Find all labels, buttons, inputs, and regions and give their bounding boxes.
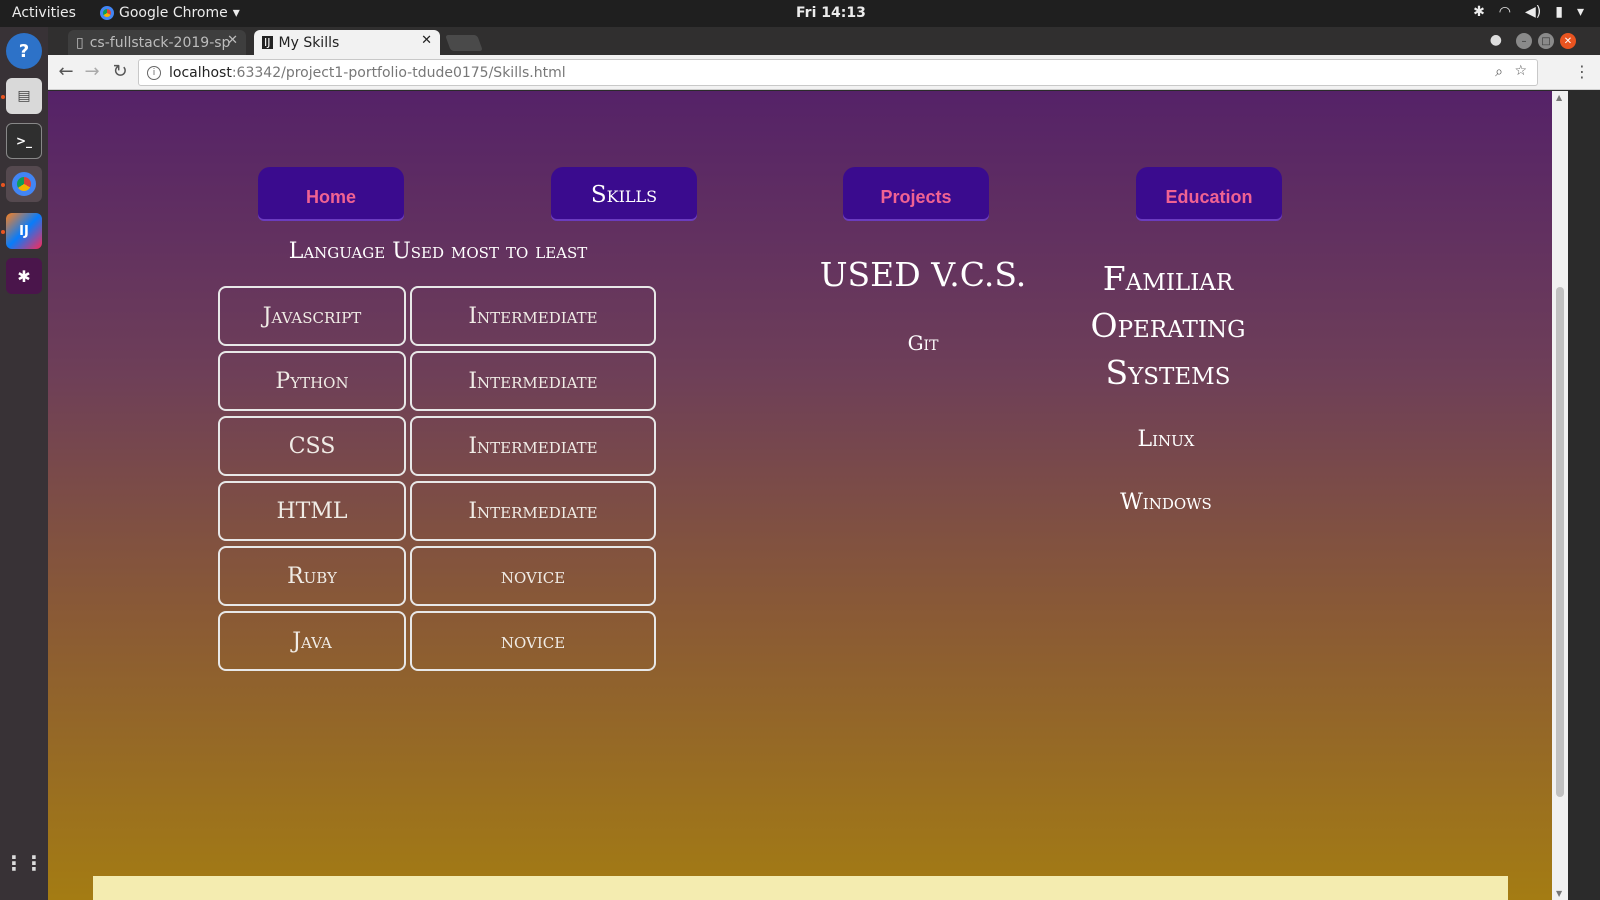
os-heading-line: Systems [1105,353,1231,392]
close-icon[interactable]: ✕ [227,33,238,48]
nav-projects-button[interactable]: Projects [843,167,989,219]
os-item: Linux [1137,427,1195,452]
browser-toolbar: ← → ↻ i localhost:63342/project1-portfol… [48,55,1600,90]
close-window-icon[interactable]: ✕ [1560,33,1576,49]
level-cell: novice [410,611,656,671]
os-item: Windows [1120,490,1212,515]
url-path: :63342/project1-portfolio-tdude0175/Skil… [231,64,566,81]
nav-label: Home [305,186,356,207]
page-scrollbar[interactable]: ▲ ▼ [1552,91,1568,900]
os-heading: Familiar Operating Systems [1050,255,1286,396]
intellij-icon[interactable]: IJ [6,213,42,249]
language-cell: Java [218,611,406,671]
language-cell: HTML [218,481,406,541]
info-icon[interactable]: i [147,65,161,80]
app-menu[interactable]: Google Chrome ▾ [100,5,240,21]
nav-home-button[interactable]: Home [258,167,404,219]
nav-label: Projects [880,186,952,207]
level-cell: Intermediate [410,286,656,346]
volume-icon[interactable]: ◀) [1525,4,1541,20]
level-cell: novice [410,546,656,606]
tab-my-skills[interactable]: IJ My Skills ✕ [254,30,440,55]
new-tab-button[interactable] [445,35,483,51]
level-cell: Intermediate [410,351,656,411]
bookmark-star-icon[interactable]: ☆ [1514,63,1527,79]
maximize-icon[interactable]: □ [1538,33,1554,49]
level-cell: Intermediate [410,481,656,541]
nav-label: Education [1165,186,1253,207]
reload-icon[interactable]: ↻ [108,60,132,84]
nav-education-button[interactable]: Education [1136,167,1282,219]
intellij-favicon-icon: IJ [262,36,273,49]
dock: ? ▤ >_ IJ ✱ ⋮⋮ [0,27,48,900]
language-cell: Ruby [218,546,406,606]
slack-tray-icon[interactable]: ✱ [1473,4,1485,20]
nav-skills-button[interactable]: Skills [551,167,697,219]
tab-title: cs-fullstack-2019-sp [89,34,231,51]
language-cell: Javascript [218,286,406,346]
chrome-dock-icon[interactable] [6,166,42,202]
address-bar[interactable]: i localhost:63342/project1-portfolio-tdu… [138,59,1538,86]
languages-heading: Language Used most to least [288,239,588,264]
close-icon[interactable]: ✕ [421,33,432,48]
minimize-icon[interactable]: – [1516,33,1532,49]
running-indicator [1,95,5,99]
page-icon: ▯ [76,34,84,51]
wifi-icon[interactable]: ◠ [1499,4,1511,20]
show-apps-icon[interactable]: ⋮⋮ [4,845,44,881]
tab-cs-fullstack[interactable]: ▯ cs-fullstack-2019-sp ✕ [68,30,246,55]
system-top-bar: Activities Google Chrome ▾ Fri 14:13 ✱ ◠… [0,0,1600,27]
scroll-up-icon[interactable]: ▲ [1556,93,1562,102]
battery-icon[interactable]: ▮ [1555,4,1563,20]
nav-label: Skills [590,181,658,208]
os-heading-line: Familiar [1102,259,1234,298]
footer-bar [93,876,1508,900]
help-icon[interactable]: ? [6,33,42,69]
level-cell: Intermediate [410,416,656,476]
app-menu-label: Google Chrome [119,5,228,21]
page-content: Home Skills Projects Education Language … [48,91,1552,900]
vcs-heading: USED V.C.S. [819,255,1027,294]
chevron-down-icon[interactable]: ▾ [1577,4,1584,20]
running-indicator [1,230,5,234]
terminal-icon[interactable]: >_ [6,123,42,159]
files-icon[interactable]: ▤ [6,78,42,114]
language-cell: Python [218,351,406,411]
forward-icon[interactable]: → [80,60,104,84]
browser-menu-icon[interactable]: ⋮ [1574,62,1590,81]
vcs-item: Git [907,331,939,355]
url-host: localhost [169,64,232,81]
profile-icon[interactable]: ● [1490,32,1502,48]
zoom-icon[interactable]: ⌕ [1495,64,1503,80]
system-tray[interactable]: ✱ ◠ ◀) ▮ ▾ [1473,4,1584,20]
tab-title: My Skills [278,34,340,51]
tab-strip: ▯ cs-fullstack-2019-sp ✕ IJ My Skills ✕ … [48,27,1600,55]
running-indicator [1,183,5,187]
language-cell: CSS [218,416,406,476]
clock[interactable]: Fri 14:13 [796,5,866,21]
back-icon[interactable]: ← [54,60,78,84]
activities-button[interactable]: Activities [12,5,76,21]
chrome-icon [100,6,114,20]
scroll-down-icon[interactable]: ▼ [1556,889,1562,898]
os-heading-line: Operating [1090,306,1246,345]
scrollbar-thumb[interactable] [1556,287,1564,797]
slack-icon[interactable]: ✱ [6,258,42,294]
chevron-down-icon: ▾ [232,5,240,21]
